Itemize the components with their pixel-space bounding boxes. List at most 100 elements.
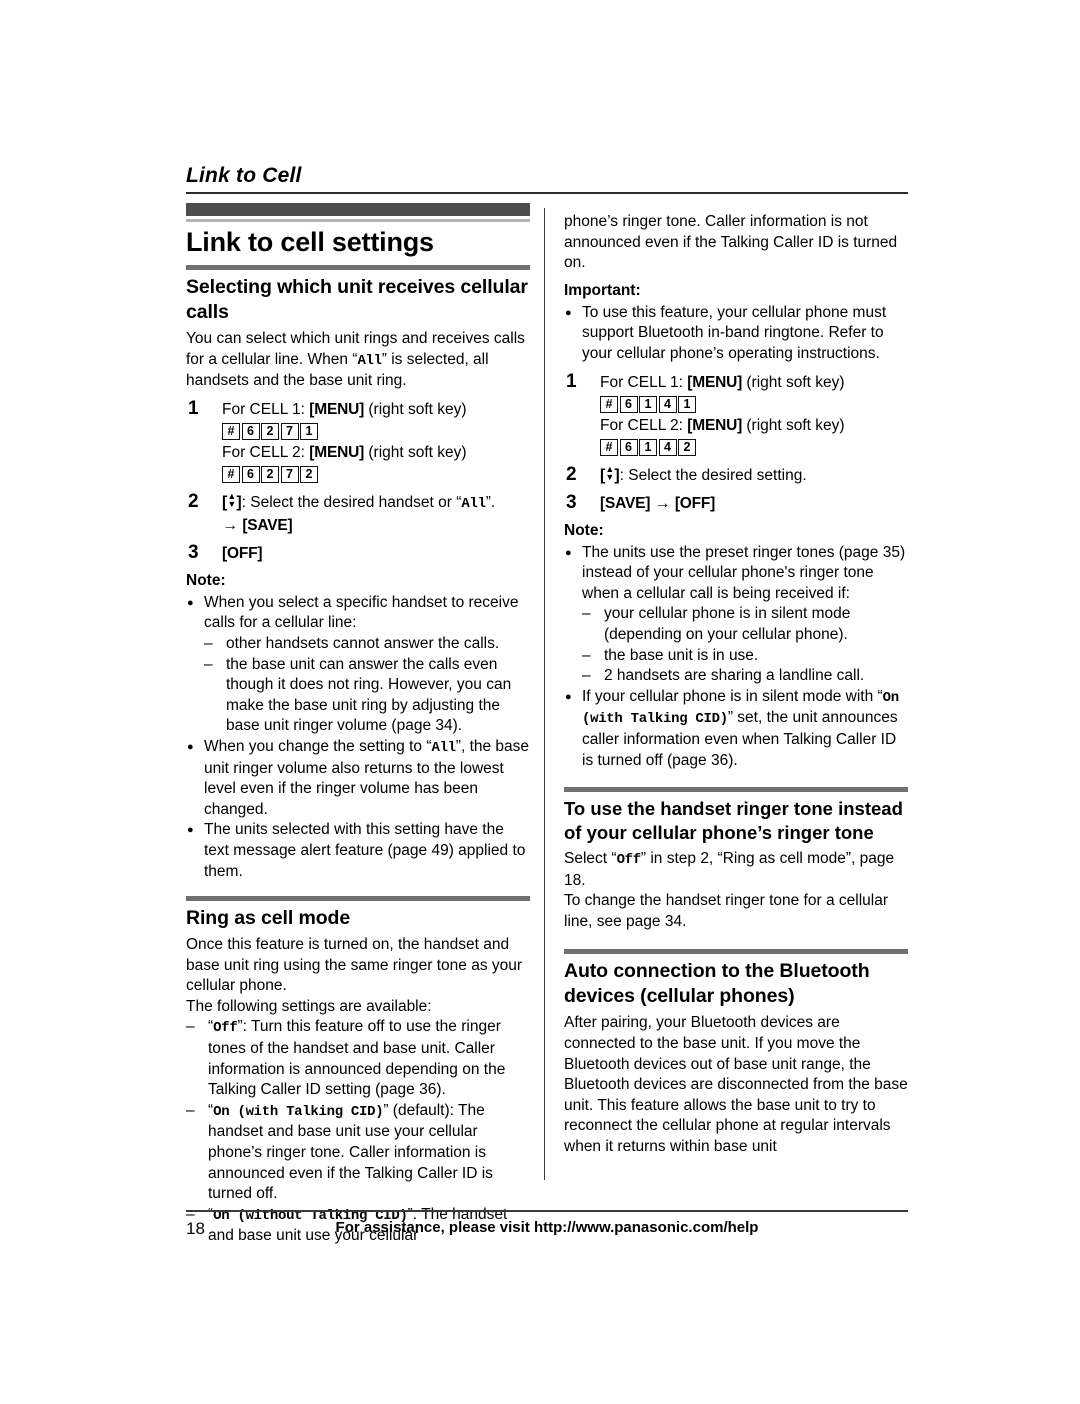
keybox: 2 (261, 466, 279, 484)
chapter-bar (186, 203, 530, 216)
section-divider-4 (564, 949, 908, 955)
ring-mode-option: “On (with Talking CID)” (default): The h… (186, 1101, 530, 1205)
auto-connection-para: After pairing, your Bluetooth devices ar… (564, 1014, 908, 1156)
keybox: # (222, 423, 240, 441)
keybox: 1 (639, 395, 657, 413)
ringer-para-a: Select “ (564, 850, 617, 868)
arrow-right-icon: → (654, 494, 671, 512)
keybox: 6 (241, 466, 260, 484)
arrow-right-icon: → (222, 516, 238, 534)
menu-key: [MENU] (309, 443, 365, 461)
section-divider-1 (186, 265, 530, 270)
rc-note-text-a: If your cellular phone is in silent mode… (582, 687, 883, 705)
step-1-softkey-note: (right soft key) (364, 400, 467, 418)
rc-note-label: Note: (564, 521, 604, 539)
section-divider-2 (186, 896, 530, 902)
column-divider (544, 208, 545, 1180)
option-value-on-with-cid: On (with Talking CID) (213, 1103, 384, 1120)
assistance-text: For assistance, please visit http://www.… (335, 1219, 759, 1236)
running-head-title: Link to Cell (186, 164, 302, 187)
rc-step-1-cell2-label: For CELL 2: (600, 416, 688, 434)
rc-step-1-line-1: For CELL 1: [MENU] (right soft key) (600, 372, 908, 393)
footer-rule (186, 1210, 908, 1212)
step-2-line-1: [▲ ▼]: Select the desired handset or “All… (222, 490, 530, 515)
rc-step-1-cell1-label: For CELL 1: (600, 373, 688, 391)
rc-note-sub-item: the base unit is in use. (582, 646, 908, 667)
off-key: [OFF] (674, 494, 716, 512)
step-1-cell2-label: For CELL 2: (222, 443, 310, 461)
keybox: 2 (678, 438, 696, 456)
step-1-number: 1 (188, 397, 199, 419)
right-column: phone’s ringer tone. Caller information … (564, 203, 908, 1158)
important-label: Important: (564, 281, 641, 299)
keybox: 1 (639, 438, 657, 456)
keybox: 1 (678, 395, 696, 413)
menu-key: [MENU] (309, 400, 365, 418)
step-1-cell1-label: For CELL 1: (222, 400, 310, 418)
step-1-line-2: For CELL 2: [MENU] (right soft key) (222, 442, 530, 463)
rc-note-sub-list: your cellular phone is in silent mode (d… (582, 604, 908, 686)
keybox: # (600, 395, 618, 413)
keybox: # (222, 466, 240, 484)
keybox: 4 (658, 395, 677, 413)
rc-note-sub-item: your cellular phone is in silent mode (d… (582, 604, 908, 645)
keybox: 6 (619, 395, 638, 413)
save-key: [SAVE] (600, 494, 651, 512)
section-divider-3 (564, 787, 908, 793)
heading-use-handset-ringer-tone: To use the handset ringer tone instead o… (564, 798, 903, 844)
ringer-mono-off: Off (616, 852, 642, 869)
off-key: [OFF] (222, 544, 263, 562)
page-footer: 18 For assistance, please visit http://w… (186, 1216, 908, 1246)
step-3-number: 3 (188, 541, 199, 563)
keybox: 4 (658, 438, 677, 456)
rc-note-list: The units use the preset ringer tones (p… (564, 542, 908, 772)
keybox: 6 (241, 423, 260, 441)
option-description: : Turn this feature off to use the ringe… (208, 1018, 506, 1099)
important-list: To use this feature, your cellular phone… (564, 302, 908, 365)
note-item-text: When you select a specific handset to re… (204, 593, 519, 632)
note-item: The units selected with this setting hav… (186, 819, 530, 882)
rc-step-3-line: [SAVE] → [OFF] (600, 493, 908, 514)
ring-mode-option: “Off”: Turn this feature off to use the … (186, 1017, 530, 1100)
save-key: [SAVE] (242, 516, 293, 534)
running-head-rule (186, 192, 908, 194)
rc-step-1-softkey-note-2: (right soft key) (742, 416, 845, 434)
rc-note-item: The units use the preset ringer tones (p… (564, 542, 908, 687)
navigator-updown-icon: [▲ ▼] (222, 490, 242, 511)
note-item: When you select a specific handset to re… (186, 592, 530, 737)
step-1-keycodes-cell2: #6 2 7 2 (222, 464, 320, 485)
note-sub-item: the base unit can answer the calls even … (204, 655, 530, 737)
note-label: Note: (186, 571, 226, 589)
note-list: When you select a specific handset to re… (186, 592, 530, 882)
note-item: When you change the setting to “All”, th… (186, 736, 530, 820)
heading-selecting-unit: Selecting which unit receives cellular c… (186, 276, 528, 323)
keybox: 1 (300, 423, 318, 441)
rc-step-3: 3 [SAVE] → [OFF] (564, 492, 908, 514)
rc-step-1-softkey-note: (right soft key) (742, 373, 845, 391)
step-2-text-b: ”. (485, 493, 496, 511)
menu-key: [MENU] (687, 373, 743, 391)
rc-step-1-line-2: For CELL 2: [MENU] (right soft key) (600, 415, 908, 436)
rc-step-2-line: [▲ ▼]: Select the desired setting. (600, 463, 908, 486)
important-item: To use this feature, your cellular phone… (564, 302, 908, 365)
note-sub-list: other handsets cannot answer the calls. … (204, 634, 530, 737)
rc-step-2: 2 [▲ ▼]: Select the desired setting. (564, 463, 908, 486)
keybox: 6 (619, 438, 638, 456)
menu-key: [MENU] (687, 416, 743, 434)
keybox: 7 (280, 423, 299, 441)
heading-auto-connection: Auto connection to the Bluetooth devices… (564, 960, 870, 1008)
keybox: # (600, 438, 618, 456)
running-head: Link to Cell (186, 163, 908, 194)
rc-step-1: 1 For CELL 1: [MENU] (right soft key) #6… (564, 371, 908, 458)
navigator-updown-icon: [▲ ▼] (600, 463, 620, 484)
step-1-line-1: For CELL 1: [MENU] (right soft key) (222, 399, 530, 420)
option-value-off: Off (213, 1020, 238, 1037)
body-columns: Link to cell settings Selecting which un… (186, 203, 908, 1244)
ring-mode-para-2: The following settings are available: (186, 997, 432, 1015)
step-2-line-2: → [SAVE] (222, 515, 530, 536)
step-2-mono-all: All (461, 495, 486, 512)
page-title: Link to cell settings (186, 227, 434, 257)
rc-step-2-number: 2 (566, 463, 577, 485)
keybox: 2 (261, 423, 279, 441)
note-item-text-a: When you change the setting to “ (204, 737, 432, 755)
